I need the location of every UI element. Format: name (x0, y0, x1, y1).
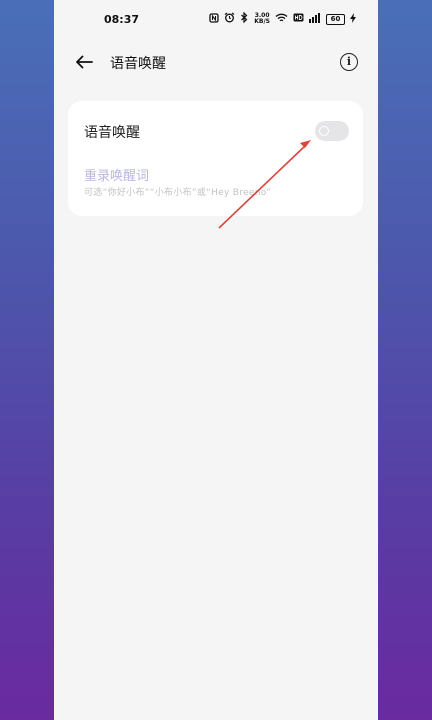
voice-wakeup-label: 语音唤醒 (84, 125, 140, 141)
status-icons: 3.00 KB/S 60 (209, 11, 356, 26)
signal-icon (309, 12, 321, 26)
top-app-bar: 语音唤醒 i (54, 44, 378, 84)
settings-card: 语音唤醒 重录唤醒词 可选“你好小布”“小布小布”或“Hey Breeno” (68, 101, 363, 216)
bluetooth-icon (240, 11, 249, 26)
battery-icon: 60 (326, 13, 345, 25)
info-icon[interactable]: i (340, 53, 358, 71)
net-speed: 3.00 KB/S (254, 13, 270, 25)
page-title: 语音唤醒 (110, 56, 166, 72)
rerecord-wake-word-subtitle: 可选“你好小布”“小布小布”或“Hey Breeno” (84, 188, 272, 198)
status-time: 08:37 (104, 13, 140, 26)
phone-screen: 08:37 3.00 KB/S 60 语音唤醒 i 语音唤醒 重录唤醒词 可选“… (54, 0, 378, 720)
status-bar: 08:37 3.00 KB/S 60 (54, 0, 378, 40)
hd-icon (293, 13, 304, 25)
voice-wakeup-toggle[interactable] (315, 121, 349, 141)
net-speed-unit: KB/S (254, 18, 270, 25)
rerecord-wake-word-label[interactable]: 重录唤醒词 (84, 165, 149, 184)
wifi-icon (275, 13, 288, 26)
nfc-icon (209, 12, 219, 26)
alarm-icon (224, 12, 235, 26)
toggle-knob (319, 126, 329, 136)
charging-icon (350, 12, 356, 26)
back-arrow-icon (76, 55, 93, 69)
back-button[interactable] (72, 50, 96, 74)
